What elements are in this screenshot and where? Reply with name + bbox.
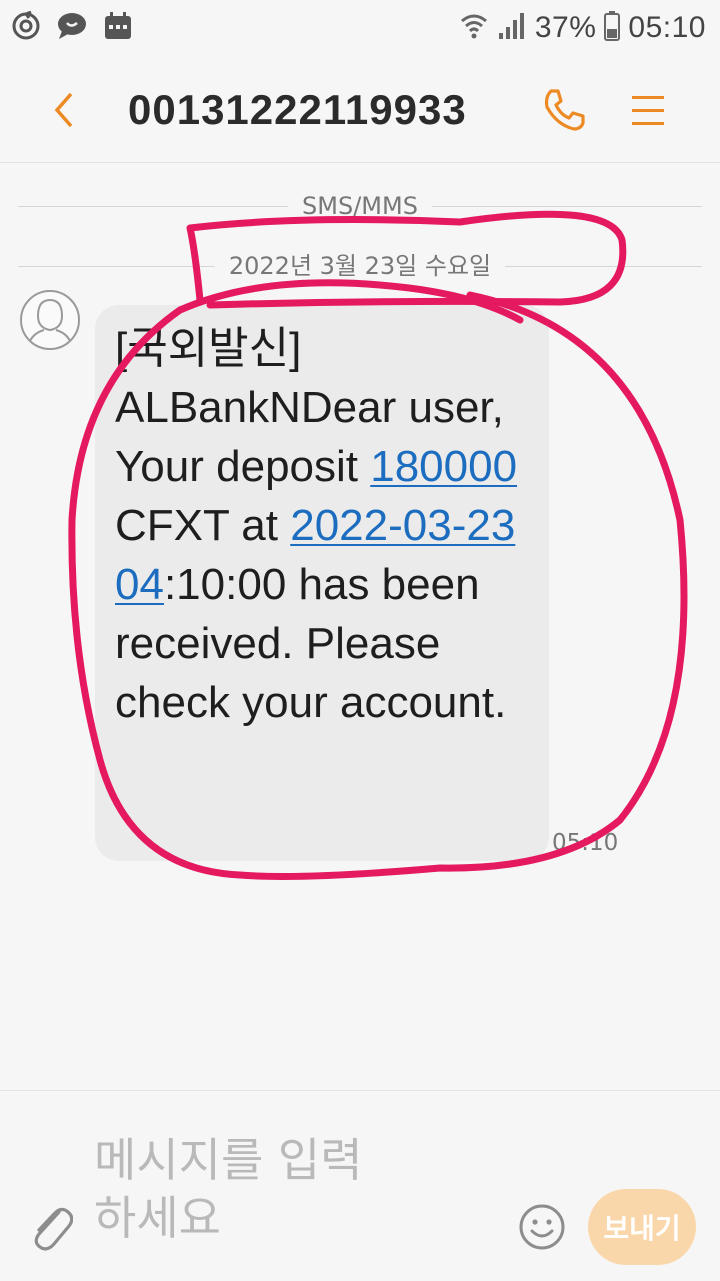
contact-number-title: 00131222119933 bbox=[128, 86, 467, 133]
sync-icon bbox=[10, 10, 42, 42]
message-composer: 메시지를 입력하세요 보내기 bbox=[0, 1090, 720, 1281]
chat-icon bbox=[56, 10, 88, 42]
status-bar: 37% 05:10 bbox=[0, 0, 720, 56]
menu-icon bbox=[632, 96, 664, 125]
message-time: 05:10 bbox=[552, 830, 619, 856]
message-input[interactable]: 메시지를 입력하세요 bbox=[94, 1131, 394, 1247]
conversation-header: 00131222119933 bbox=[0, 56, 720, 163]
attach-button[interactable] bbox=[24, 1199, 76, 1255]
date-divider: 2022년 3월 23일 수요일 bbox=[18, 246, 702, 286]
message-bubble[interactable]: [국외발신] ALBankNDear user, Your deposit 18… bbox=[95, 305, 549, 861]
call-button[interactable] bbox=[536, 82, 592, 138]
channel-label: SMS/MMS bbox=[288, 186, 432, 226]
signal-icon bbox=[497, 11, 527, 45]
paperclip-icon bbox=[34, 1207, 73, 1251]
wifi-icon bbox=[459, 11, 489, 45]
amount-link[interactable]: 180000 bbox=[370, 442, 517, 491]
battery-percent: 37% bbox=[534, 11, 597, 44]
emoji-button[interactable] bbox=[516, 1201, 568, 1253]
smiley-icon bbox=[519, 1204, 565, 1250]
status-system: 37% 05:10 bbox=[459, 8, 706, 48]
calendar-icon bbox=[102, 10, 134, 42]
status-time: 05:10 bbox=[628, 11, 706, 44]
send-button[interactable]: 보내기 bbox=[588, 1189, 696, 1265]
chevron-left-icon bbox=[54, 92, 73, 128]
message-text: [국외발신] ALBankNDear user, Your deposit 18… bbox=[115, 324, 518, 727]
status-notifications bbox=[10, 10, 134, 42]
battery-icon bbox=[604, 11, 621, 45]
person-icon bbox=[27, 298, 73, 348]
phone-icon bbox=[544, 89, 585, 131]
back-button[interactable] bbox=[36, 82, 92, 138]
sender-avatar[interactable] bbox=[20, 290, 80, 350]
date-label: 2022년 3월 23일 수요일 bbox=[214, 246, 506, 286]
channel-divider: SMS/MMS bbox=[18, 186, 702, 226]
menu-button[interactable] bbox=[620, 82, 676, 138]
